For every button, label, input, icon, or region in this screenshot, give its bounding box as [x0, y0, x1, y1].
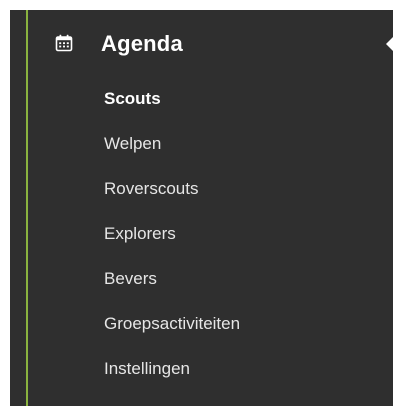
- menu-item-scouts[interactable]: Scouts: [10, 86, 393, 131]
- menu-item-label: Scouts: [104, 89, 161, 108]
- calendar-icon: [55, 34, 73, 52]
- menu-item-roverscouts[interactable]: Roverscouts: [10, 176, 393, 221]
- sidebar-panel: Agenda Scouts Welpen Roverscouts Explore…: [10, 10, 393, 406]
- menu-item-bevers[interactable]: Bevers: [10, 266, 393, 311]
- menu-item-label: Welpen: [104, 134, 162, 153]
- section-title: Agenda: [101, 31, 183, 56]
- menu-item-welpen[interactable]: Welpen: [10, 131, 393, 176]
- menu-item-label: Groepsactiviteiten: [104, 314, 241, 333]
- agenda-submenu: Scouts Welpen Roverscouts Explorers Beve…: [10, 86, 393, 401]
- menu-item-groepsactiviteiten[interactable]: Groepsactiviteiten: [10, 311, 393, 356]
- menu-item-instellingen[interactable]: Instellingen: [10, 356, 393, 401]
- menu-item-label: Instellingen: [104, 359, 191, 378]
- menu-item-explorers[interactable]: Explorers: [10, 221, 393, 266]
- menu-item-label: Explorers: [104, 224, 176, 243]
- caret-left-icon[interactable]: [386, 37, 393, 51]
- menu-item-label: Roverscouts: [104, 179, 199, 198]
- section-header-agenda[interactable]: Agenda: [10, 28, 393, 66]
- menu-item-label: Bevers: [104, 269, 157, 288]
